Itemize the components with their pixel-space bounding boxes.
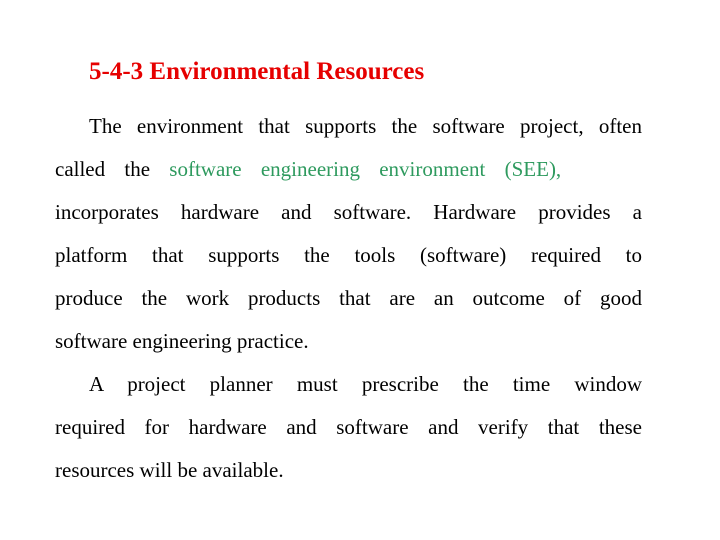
slide-title: 5-4-3 Environmental Resources <box>89 58 425 85</box>
paragraph-line: The environment that supports the softwa… <box>89 114 642 138</box>
see-term-highlight: software engineering environment (SEE), <box>169 157 562 181</box>
paragraph-line: produce the work products that are an ou… <box>55 286 642 310</box>
paragraph-planner-requirements: A project planner must prescribe the tim… <box>55 363 642 492</box>
paragraph-line: A project planner must prescribe the tim… <box>89 372 642 396</box>
paragraph-see-description: The environment that supports the softwa… <box>55 105 642 363</box>
paragraph-line: resources will be available. <box>55 458 284 482</box>
paragraph-line: required for hardware and software and v… <box>55 415 642 439</box>
paragraph-line: incorporates hardware and software. Hard… <box>55 200 642 224</box>
paragraph-line: software engineering practice. <box>55 329 309 353</box>
paragraph-line: platform that supports the tools (softwa… <box>55 243 642 267</box>
text-prefix: called the <box>55 157 151 181</box>
paragraph-line: called the software engineering environm… <box>55 148 642 191</box>
